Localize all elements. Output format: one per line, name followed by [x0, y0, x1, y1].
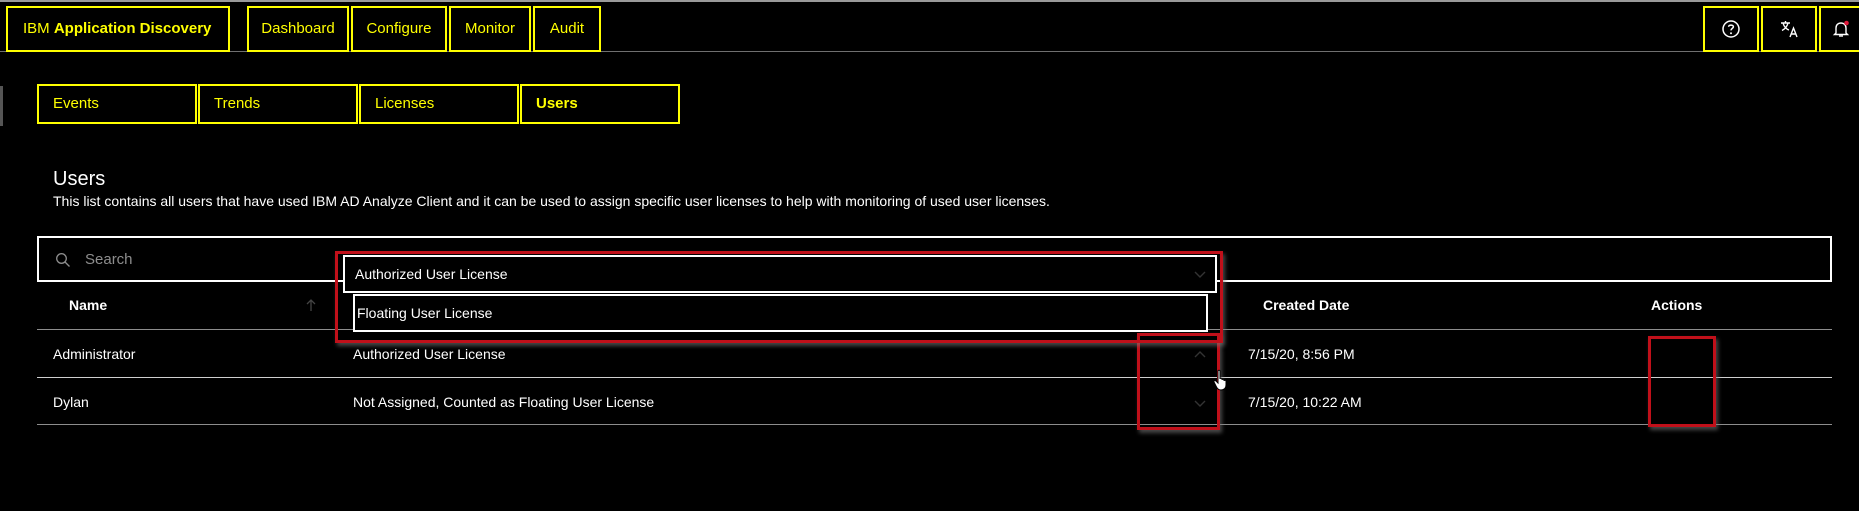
nav-monitor[interactable]: Monitor: [449, 6, 531, 52]
dropdown-chevron-icon[interactable]: [1193, 269, 1207, 279]
license-dropdown-selected[interactable]: Authorized User License: [343, 255, 1217, 293]
search-input[interactable]: [85, 248, 345, 270]
row-2-created-date: 7/15/20, 10:22 AM: [1248, 394, 1362, 410]
sort-arrow-icon[interactable]: [305, 298, 317, 312]
row-1-created-date: 7/15/20, 8:56 PM: [1248, 346, 1355, 362]
notification-icon: [1832, 20, 1850, 37]
row-1-license[interactable]: Authorized User License: [353, 346, 506, 362]
notifications-button[interactable]: [1819, 6, 1859, 52]
brand-name: Application Discovery: [53, 20, 212, 37]
column-header-created-date[interactable]: Created Date: [1263, 297, 1349, 313]
tab-trends[interactable]: Trends: [198, 84, 358, 124]
language-button[interactable]: [1761, 6, 1817, 52]
page-description: This list contains all users that have u…: [53, 193, 1050, 209]
row-2-license[interactable]: Not Assigned, Counted as Floating User L…: [353, 394, 654, 410]
nav-dashboard[interactable]: Dashboard: [247, 6, 349, 52]
search-icon: [56, 253, 70, 267]
left-edge-marker: [0, 86, 3, 126]
nav-audit[interactable]: Audit: [533, 6, 601, 52]
top-header: IBM Application Discovery Dashboard Conf…: [0, 0, 1859, 52]
actions-highlight-box: [1648, 336, 1716, 427]
brand-logo[interactable]: IBM Application Discovery: [6, 6, 230, 52]
brand-prefix: IBM: [23, 20, 54, 37]
column-header-actions: Actions: [1651, 297, 1703, 313]
row-1-name: Administrator: [53, 346, 136, 362]
row-divider: [37, 424, 1832, 425]
help-icon: [1722, 20, 1740, 38]
nav-configure[interactable]: Configure: [351, 6, 447, 52]
tab-events[interactable]: Events: [37, 84, 197, 124]
row-divider: [37, 377, 1832, 378]
dropdown-option-floating[interactable]: Floating User License: [353, 294, 1208, 332]
tab-users[interactable]: Users: [520, 84, 680, 124]
tab-licenses[interactable]: Licenses: [359, 84, 519, 124]
help-button[interactable]: [1703, 6, 1759, 52]
page-title: Users: [53, 168, 106, 190]
column-header-name[interactable]: Name: [69, 297, 107, 313]
translate-icon: [1781, 21, 1798, 38]
row-2-name: Dylan: [53, 394, 89, 410]
chevron-highlight-box: [1137, 333, 1220, 430]
hand-cursor-icon: [1213, 369, 1227, 391]
